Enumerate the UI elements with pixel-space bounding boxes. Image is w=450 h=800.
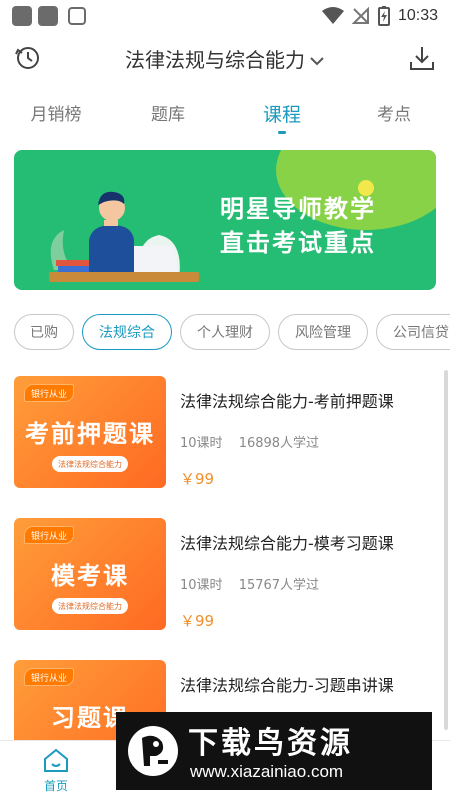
page-title: 法律法规与综合能力	[125, 48, 305, 72]
filter-chips: 已购 法规综合 个人理财 风险管理 公司信贷	[0, 314, 450, 352]
app-square-icon	[38, 6, 58, 26]
course-card[interactable]: 银行从业 模考课 法律法规综合能力 法律法规综合能力-模考习题课 10课时 15…	[0, 518, 450, 648]
banner-line-2: 直击考试重点	[220, 229, 376, 257]
chip-personal-finance[interactable]: 个人理财	[180, 314, 270, 350]
course-lessons: 10课时	[180, 436, 223, 451]
course-lessons: 10课时	[180, 578, 223, 593]
download-icon[interactable]	[408, 44, 436, 72]
chip-corporate-credit[interactable]: 公司信贷	[376, 314, 450, 350]
chip-risk-management[interactable]: 风险管理	[278, 314, 368, 350]
watermark-url: www.xiazainiao.com	[190, 762, 344, 781]
course-title: 法律法规综合能力-模考习题课	[180, 534, 394, 553]
status-bar: 10:33	[0, 0, 450, 32]
course-price: ￥99	[180, 470, 215, 488]
thumb-tag: 银行从业	[24, 668, 74, 686]
tab-question-bank[interactable]: 题库	[128, 100, 208, 125]
course-learners: 16898人学过	[238, 436, 320, 451]
thumb-title: 模考课	[51, 562, 129, 590]
course-title: 法律法规综合能力-考前押题课	[180, 392, 394, 411]
category-tabs: 月销榜 题库 课程 考点	[0, 96, 450, 140]
shield-icon	[68, 7, 86, 25]
nav-home[interactable]: 首页	[16, 747, 96, 794]
teacher-illustration	[49, 191, 199, 282]
tab-monthly-sales[interactable]: 月销榜	[16, 100, 96, 125]
tab-key-points[interactable]: 考点	[354, 100, 434, 125]
thumb-subtitle: 法律法规综合能力	[52, 456, 128, 472]
no-signal-icon	[351, 7, 369, 24]
course-title: 法律法规综合能力-习题串讲课	[180, 676, 394, 695]
course-learners: 15767人学过	[238, 578, 320, 593]
course-meta: 10课时 16898人学过	[180, 432, 331, 451]
wifi-icon	[321, 7, 344, 24]
course-price: ￥99	[180, 612, 215, 630]
banner-line-1: 明星导师教学	[220, 195, 376, 223]
battery-charging-icon	[377, 6, 390, 26]
thumb-tag: 银行从业	[24, 384, 74, 402]
course-card[interactable]: 银行从业 考前押题课 法律法规综合能力 法律法规综合能力-考前押题课 10课时 …	[0, 376, 450, 506]
nav-home-label: 首页	[43, 779, 68, 793]
thumb-subtitle: 法律法规综合能力	[52, 598, 128, 614]
bird-logo-icon	[128, 726, 178, 776]
list-scrollbar[interactable]	[444, 370, 448, 730]
chevron-down-icon	[310, 57, 324, 66]
app-square-icon	[12, 6, 32, 26]
watermark-title: 下载鸟资源	[188, 726, 353, 761]
home-icon	[44, 748, 68, 772]
status-time: 10:33	[397, 7, 438, 24]
watermark-overlay: 下载鸟资源 www.xiazainiao.com	[116, 712, 432, 790]
chip-law-comprehensive[interactable]: 法规综合	[82, 314, 172, 350]
promo-banner[interactable]: 明星导师教学 直击考试重点	[14, 150, 436, 290]
tab-courses[interactable]: 课程	[242, 100, 322, 127]
chip-purchased[interactable]: 已购	[14, 314, 74, 350]
course-thumbnail: 银行从业 考前押题课 法律法规综合能力	[14, 376, 166, 488]
course-meta: 10课时 15767人学过	[180, 574, 331, 593]
active-tab-indicator	[278, 131, 286, 134]
course-thumbnail: 银行从业 模考课 法律法规综合能力	[14, 518, 166, 630]
app-header: 法律法规与综合能力	[0, 36, 450, 80]
subject-selector[interactable]: 法律法规与综合能力	[0, 44, 450, 73]
banner-headline: 明星导师教学 直击考试重点	[220, 192, 420, 260]
thumb-title: 考前押题课	[25, 420, 155, 448]
thumb-tag: 银行从业	[24, 526, 74, 544]
